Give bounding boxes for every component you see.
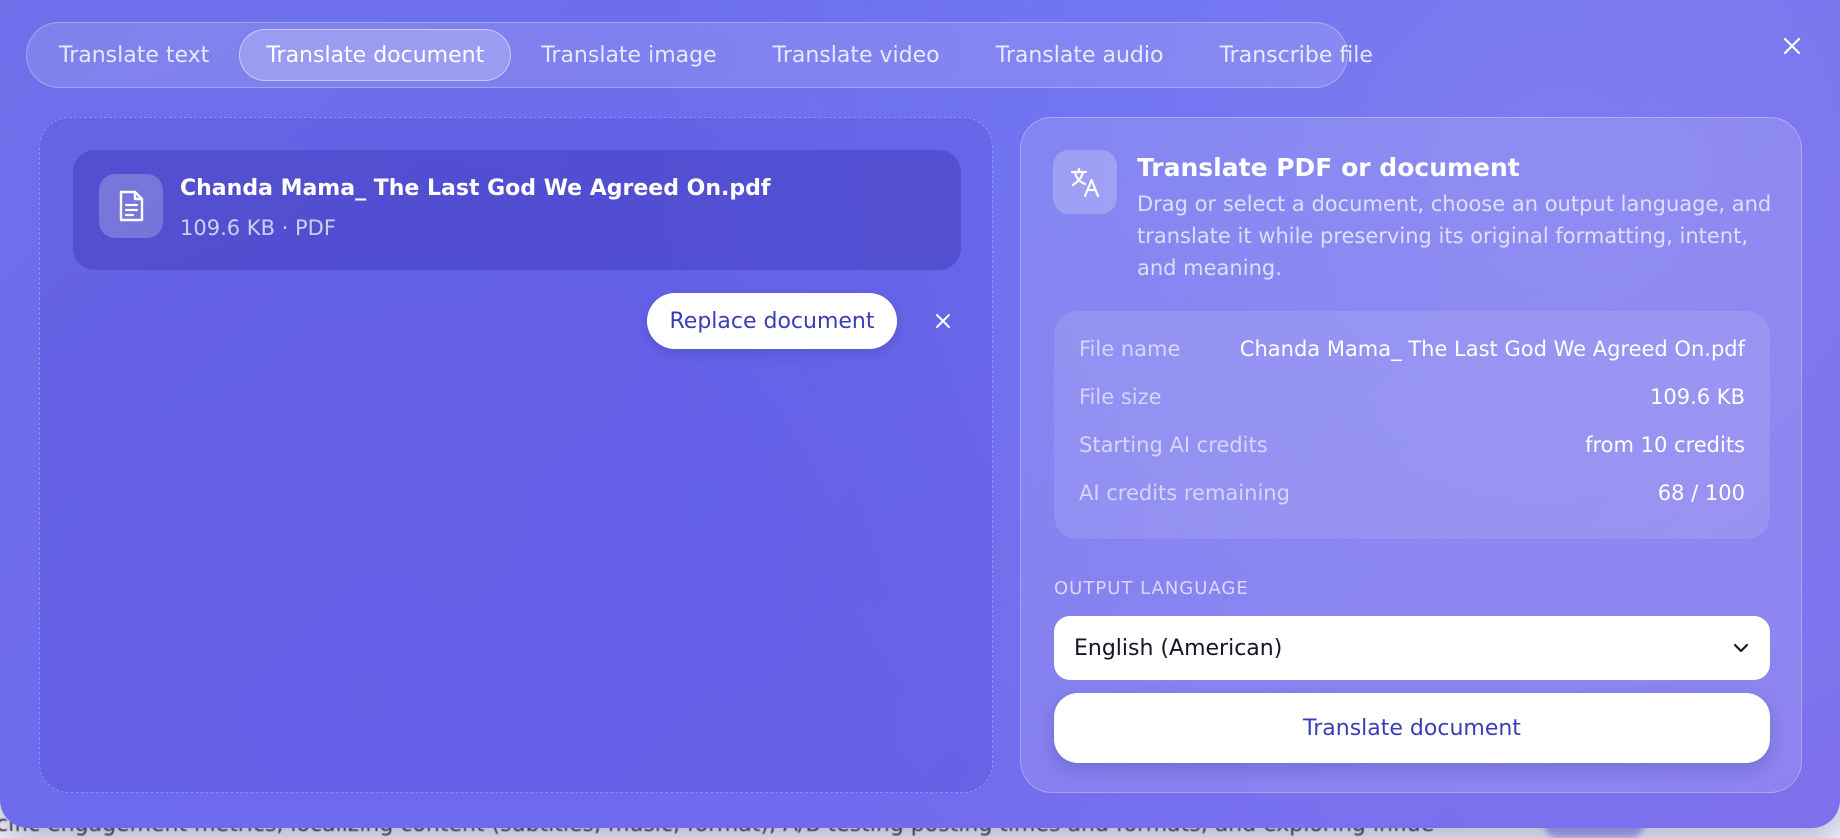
replace-document-button[interactable]: Replace document: [647, 293, 897, 349]
output-language-label: OUTPUT LANGUAGE: [1054, 578, 1249, 599]
close-icon: [936, 314, 950, 328]
document-dropzone[interactable]: Chanda Mama_ The Last God We Agreed On.p…: [39, 117, 993, 793]
info-label: AI credits remaining: [1079, 481, 1290, 505]
panel-title: Translate PDF or document: [1137, 153, 1520, 182]
tab-translate-document[interactable]: Translate document: [239, 29, 512, 81]
info-row-starting-credits: Starting AI credits from 10 credits: [1079, 421, 1745, 469]
file-meta: 109.6 KB · PDF: [180, 216, 336, 240]
output-language-select[interactable]: English (American): [1054, 616, 1770, 680]
tab-translate-text[interactable]: Translate text: [33, 29, 235, 81]
info-row-file-name: File name Chanda Mama_ The Last God We A…: [1079, 325, 1745, 373]
tab-translate-audio[interactable]: Translate audio: [970, 29, 1190, 81]
document-icon: [99, 174, 163, 238]
info-value: 68 / 100: [1657, 481, 1745, 505]
remove-file-button[interactable]: [926, 304, 960, 338]
document-info-panel: Translate PDF or document Drag or select…: [1020, 117, 1802, 793]
output-language-value: English (American): [1074, 635, 1283, 661]
info-value: 109.6 KB: [1650, 385, 1745, 409]
panel-description: Drag or select a document, choose an out…: [1137, 192, 1772, 280]
selected-file-card: Chanda Mama_ The Last God We Agreed On.p…: [73, 150, 961, 270]
info-label: File name: [1079, 337, 1181, 361]
info-label: File size: [1079, 385, 1162, 409]
file-info-box: File name Chanda Mama_ The Last God We A…: [1054, 311, 1770, 539]
tab-bar: Translate text Translate document Transl…: [26, 22, 1373, 88]
translate-icon: [1053, 150, 1117, 214]
tab-translate-video[interactable]: Translate video: [747, 29, 966, 81]
close-modal-button[interactable]: [1774, 28, 1810, 64]
info-label: Starting AI credits: [1079, 433, 1268, 457]
chevron-down-icon: [1733, 643, 1749, 653]
file-name: Chanda Mama_ The Last God We Agreed On.p…: [180, 176, 771, 201]
translate-document-button[interactable]: Translate document: [1054, 693, 1770, 763]
tab-translate-image[interactable]: Translate image: [515, 29, 742, 81]
info-value: from 10 credits: [1585, 433, 1745, 457]
info-value: Chanda Mama_ The Last God We Agreed On.p…: [1239, 337, 1745, 361]
translate-modal: Translate text Translate document Transl…: [0, 0, 1840, 828]
info-row-file-size: File size 109.6 KB: [1079, 373, 1745, 421]
info-row-credits-remaining: AI credits remaining 68 / 100: [1079, 469, 1745, 517]
tab-transcribe-file[interactable]: Transcribe file: [1193, 29, 1398, 81]
close-icon: [1783, 37, 1801, 55]
